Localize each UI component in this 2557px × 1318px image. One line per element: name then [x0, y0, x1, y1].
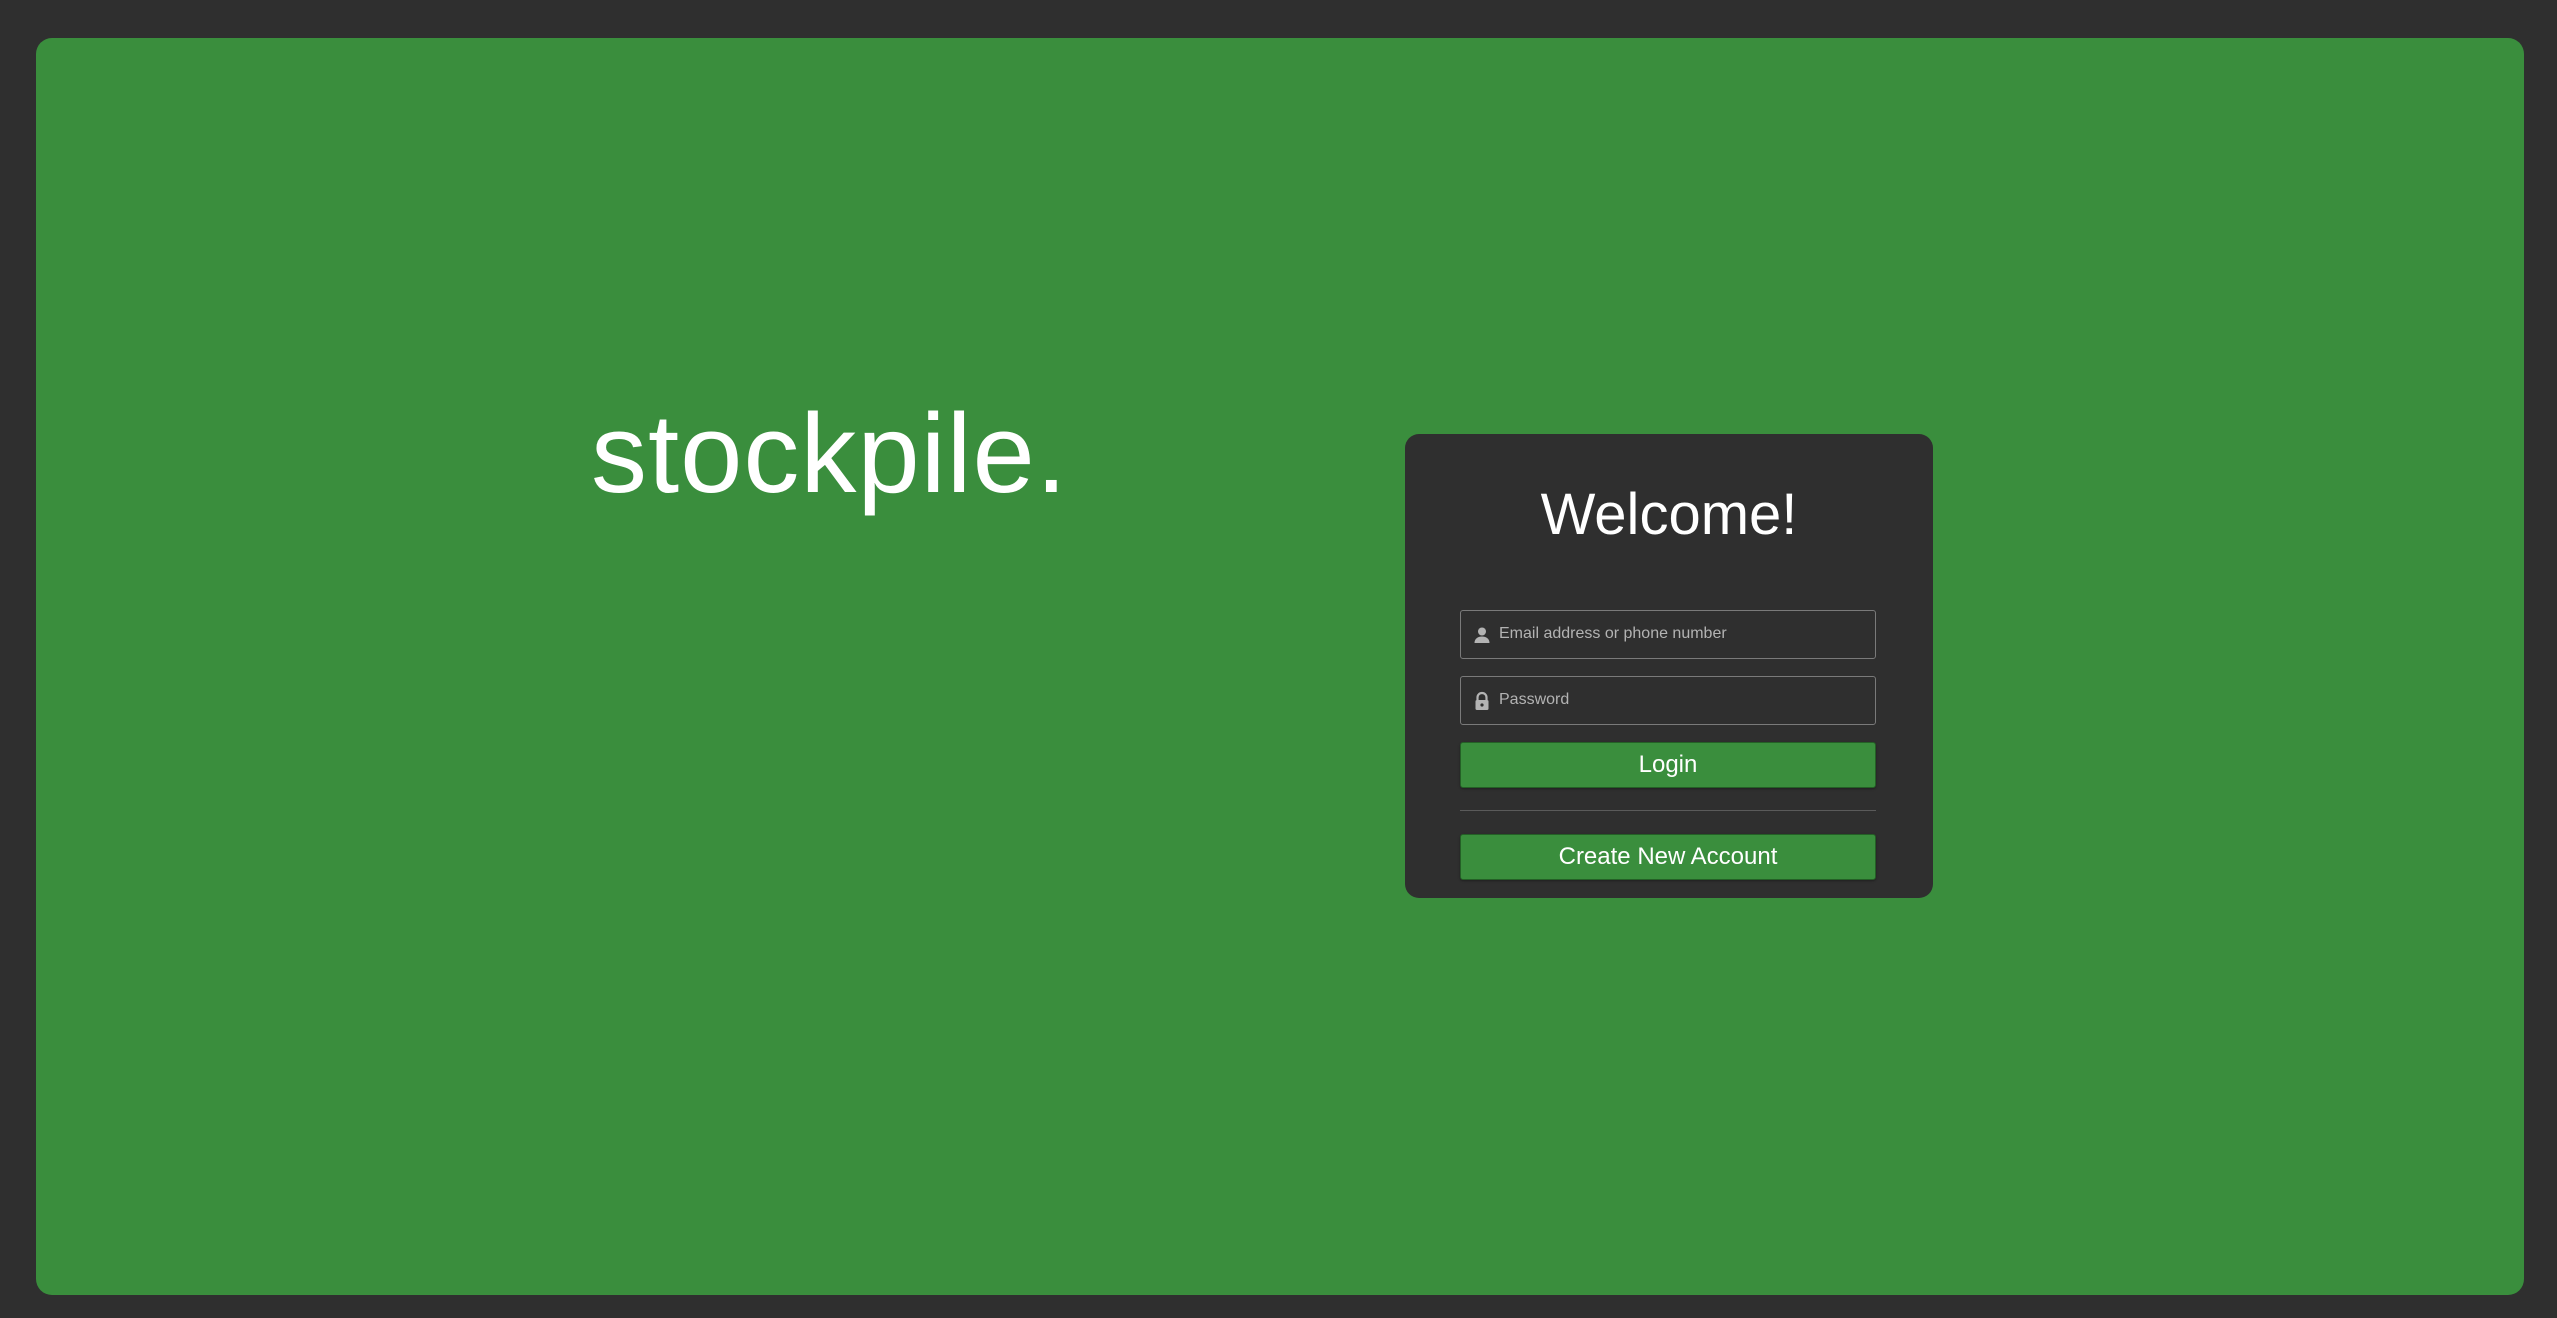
- lock-icon: [1471, 690, 1493, 712]
- login-card: Welcome! Login Create New Acc: [1405, 434, 1933, 898]
- divider: [1460, 810, 1876, 811]
- password-field[interactable]: [1460, 676, 1876, 725]
- login-button[interactable]: Login: [1460, 742, 1876, 788]
- email-field[interactable]: [1460, 610, 1876, 659]
- email-input[interactable]: [1499, 611, 1867, 657]
- main-panel: stockpile. Welcome! Login: [36, 38, 2524, 1295]
- password-input[interactable]: [1499, 677, 1867, 723]
- user-icon: [1471, 624, 1493, 646]
- create-account-button[interactable]: Create New Account: [1460, 834, 1876, 880]
- card-title: Welcome!: [1540, 482, 1798, 547]
- brand-logo-text: stockpile.: [591, 391, 1068, 516]
